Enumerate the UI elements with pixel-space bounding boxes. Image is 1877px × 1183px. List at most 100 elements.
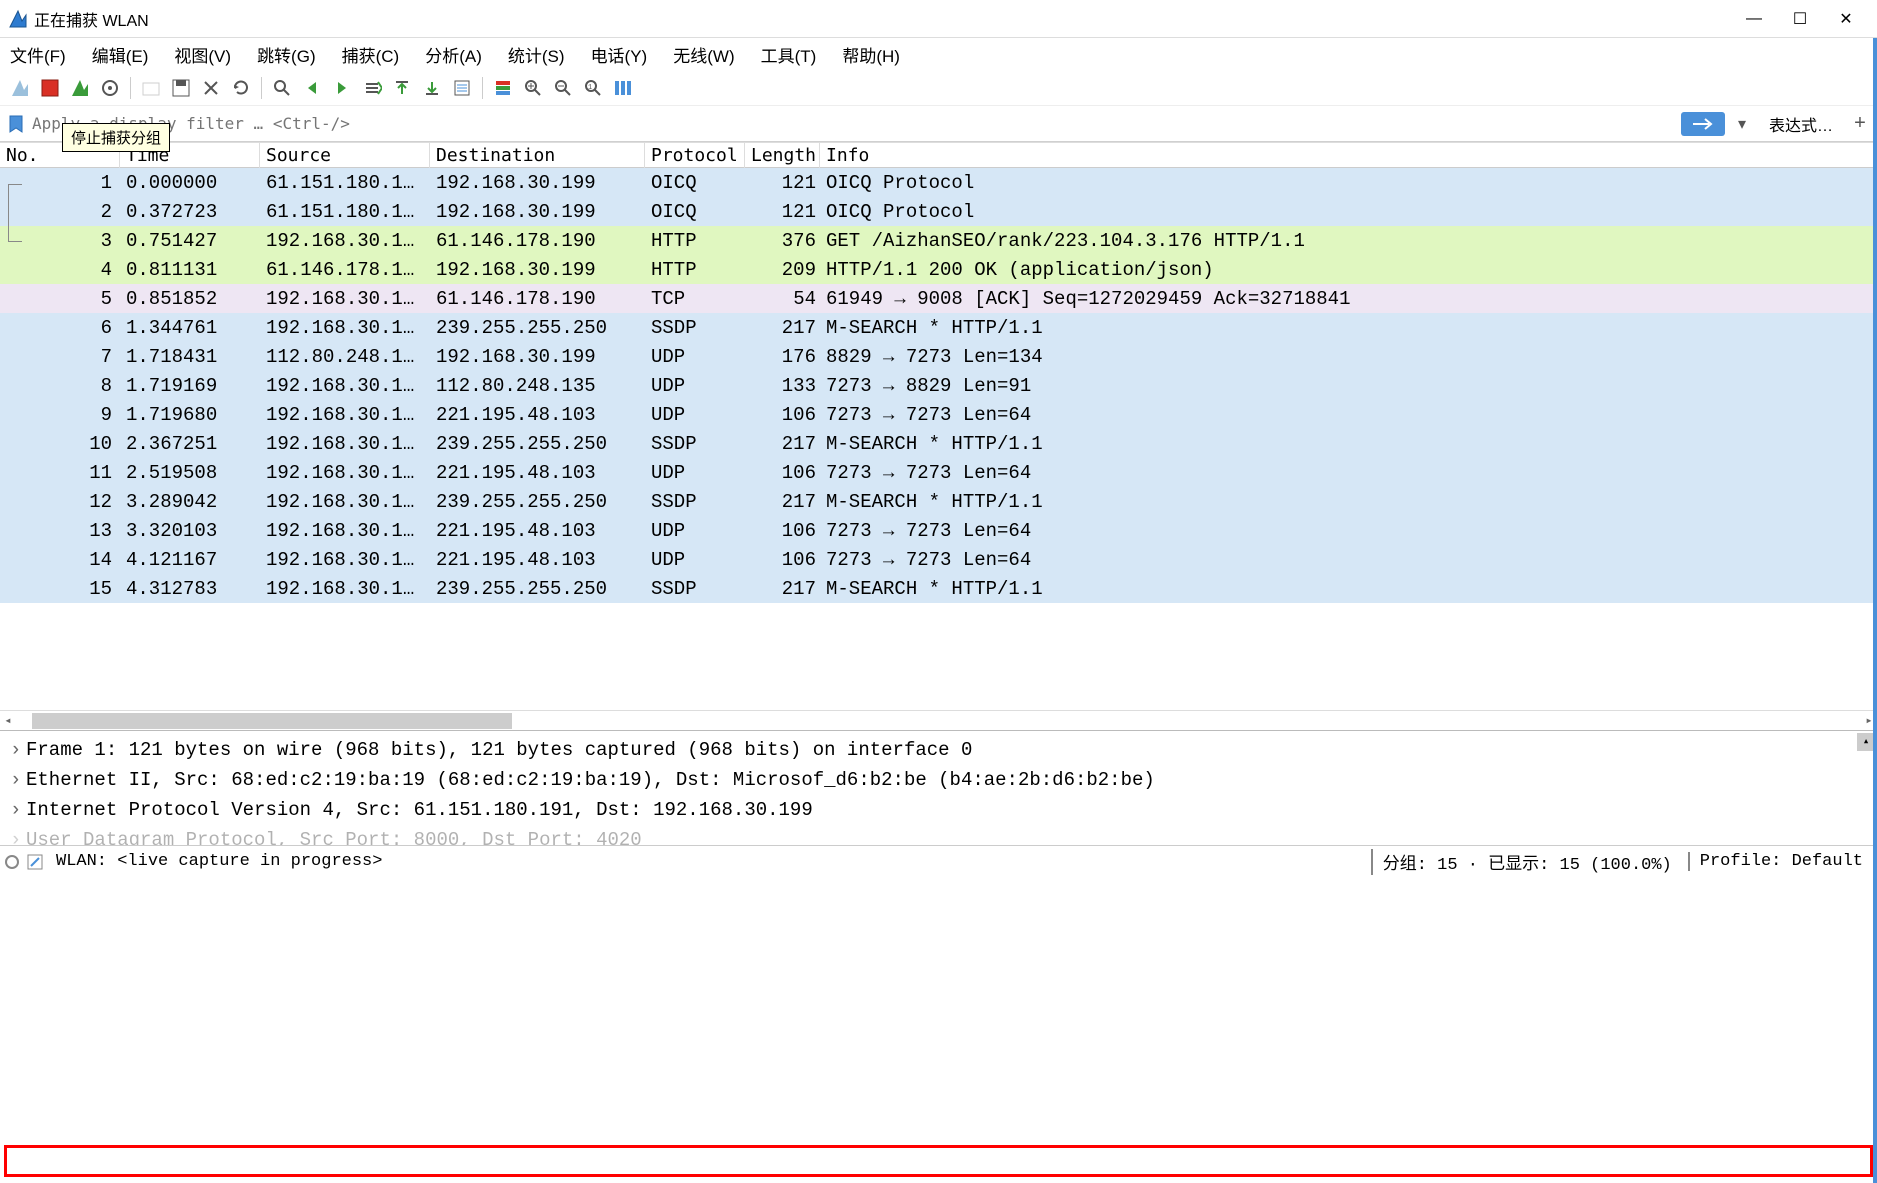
packet-row[interactable]: 91.719680192.168.30.1…221.195.48.103UDP1… bbox=[0, 400, 1877, 429]
cell-no: 5 bbox=[0, 286, 120, 312]
packet-details-pane[interactable]: ▴ ›Frame 1: 121 bytes on wire (968 bits)… bbox=[0, 730, 1877, 845]
reload-button[interactable] bbox=[227, 74, 255, 102]
menu-analyze[interactable]: 分析(A) bbox=[419, 40, 488, 69]
status-bar: WLAN: <live capture in progress> 分组: 15 … bbox=[0, 845, 1877, 877]
display-filter-input[interactable] bbox=[32, 114, 1675, 133]
menu-edit[interactable]: 编辑(E) bbox=[86, 40, 155, 69]
expand-icon[interactable]: › bbox=[10, 765, 26, 795]
resize-columns-button[interactable] bbox=[609, 74, 637, 102]
menu-file[interactable]: 文件(F) bbox=[4, 40, 72, 69]
menu-wireless[interactable]: 无线(W) bbox=[667, 40, 740, 69]
packet-row[interactable]: 71.718431112.80.248.1…192.168.30.199UDP1… bbox=[0, 342, 1877, 371]
scroll-thumb[interactable] bbox=[32, 713, 512, 729]
packet-row[interactable]: 61.344761192.168.30.1…239.255.255.250SSD… bbox=[0, 313, 1877, 342]
right-edge-strip bbox=[1873, 38, 1877, 1183]
zoom-reset-button[interactable]: 1 bbox=[579, 74, 607, 102]
packet-row[interactable]: 144.121167192.168.30.1…221.195.48.103UDP… bbox=[0, 545, 1877, 574]
column-info[interactable]: Info bbox=[820, 143, 1877, 168]
cell-no: 4 bbox=[0, 257, 120, 283]
cell-length: 106 bbox=[745, 460, 820, 486]
minimize-button[interactable]: — bbox=[1731, 3, 1777, 35]
cell-length: 217 bbox=[745, 489, 820, 515]
cell-info: 7273 → 7273 Len=64 bbox=[820, 460, 1877, 486]
go-first-button[interactable] bbox=[388, 74, 416, 102]
packet-row[interactable]: 123.289042192.168.30.1…239.255.255.250SS… bbox=[0, 487, 1877, 516]
scroll-left-icon[interactable]: ◂ bbox=[0, 713, 16, 728]
close-button[interactable]: ✕ bbox=[1823, 3, 1869, 35]
packet-row[interactable]: 10.00000061.151.180.1…192.168.30.199OICQ… bbox=[0, 168, 1877, 197]
expand-icon[interactable]: › bbox=[10, 795, 26, 825]
separator bbox=[261, 77, 262, 99]
maximize-button[interactable]: ☐ bbox=[1777, 3, 1823, 35]
status-packet-count: 分组: 15 · 已显示: 15 (100.0%) bbox=[1371, 849, 1682, 875]
cell-protocol: HTTP bbox=[645, 228, 745, 254]
add-filter-button[interactable]: + bbox=[1849, 112, 1871, 135]
cell-protocol: UDP bbox=[645, 547, 745, 573]
packet-row[interactable]: 50.851852192.168.30.1…61.146.178.190TCP5… bbox=[0, 284, 1877, 313]
close-file-button[interactable] bbox=[197, 74, 225, 102]
go-back-button[interactable] bbox=[298, 74, 326, 102]
menu-capture[interactable]: 捕获(C) bbox=[336, 40, 406, 69]
column-destination[interactable]: Destination bbox=[430, 143, 645, 168]
menu-telephony[interactable]: 电话(Y) bbox=[585, 40, 654, 69]
cell-time: 1.344761 bbox=[120, 315, 260, 341]
find-button[interactable] bbox=[268, 74, 296, 102]
menu-go[interactable]: 跳转(G) bbox=[251, 40, 322, 69]
bookmark-icon[interactable] bbox=[6, 114, 26, 134]
menu-tools[interactable]: 工具(T) bbox=[755, 40, 823, 69]
packet-list[interactable]: 10.00000061.151.180.1…192.168.30.199OICQ… bbox=[0, 168, 1877, 710]
separator bbox=[482, 77, 483, 99]
packet-row[interactable]: 81.719169192.168.30.1…112.80.248.135UDP1… bbox=[0, 371, 1877, 400]
filter-dropdown-icon[interactable]: ▾ bbox=[1731, 114, 1753, 134]
menu-view[interactable]: 视图(V) bbox=[168, 40, 237, 69]
cell-source: 192.168.30.1… bbox=[260, 402, 430, 428]
go-last-button[interactable] bbox=[418, 74, 446, 102]
go-to-packet-button[interactable] bbox=[358, 74, 386, 102]
cell-source: 192.168.30.1… bbox=[260, 315, 430, 341]
auto-scroll-button[interactable] bbox=[448, 74, 476, 102]
selection-bracket-icon bbox=[8, 184, 22, 242]
cell-protocol: HTTP bbox=[645, 257, 745, 283]
expression-button[interactable]: 表达式… bbox=[1759, 112, 1843, 136]
zoom-out-button[interactable] bbox=[549, 74, 577, 102]
column-source[interactable]: Source bbox=[260, 143, 430, 168]
open-file-button[interactable] bbox=[137, 74, 165, 102]
colorize-button[interactable] bbox=[489, 74, 517, 102]
menu-stats[interactable]: 统计(S) bbox=[502, 40, 571, 69]
expand-icon[interactable]: › bbox=[10, 825, 26, 845]
cell-protocol: UDP bbox=[645, 460, 745, 486]
save-file-button[interactable] bbox=[167, 74, 195, 102]
cell-source: 192.168.30.1… bbox=[260, 518, 430, 544]
packet-row[interactable]: 112.519508192.168.30.1…221.195.48.103UDP… bbox=[0, 458, 1877, 487]
cell-protocol: SSDP bbox=[645, 576, 745, 602]
cell-no: 13 bbox=[0, 518, 120, 544]
column-protocol[interactable]: Protocol bbox=[645, 143, 745, 168]
expert-info-icon[interactable] bbox=[26, 853, 44, 871]
cell-destination: 192.168.30.199 bbox=[430, 344, 645, 370]
status-profile[interactable]: Profile: Default bbox=[1688, 852, 1873, 871]
packet-row[interactable]: 102.367251192.168.30.1…239.255.255.250SS… bbox=[0, 429, 1877, 458]
horizontal-scrollbar[interactable]: ◂ ▸ bbox=[0, 710, 1877, 730]
packet-row[interactable]: 40.81113161.146.178.1…192.168.30.199HTTP… bbox=[0, 255, 1877, 284]
packet-row[interactable]: 154.312783192.168.30.1…239.255.255.250SS… bbox=[0, 574, 1877, 603]
restart-capture-button[interactable] bbox=[66, 74, 94, 102]
zoom-in-button[interactable] bbox=[519, 74, 547, 102]
packet-row[interactable]: 20.37272361.151.180.1…192.168.30.199OICQ… bbox=[0, 197, 1877, 226]
packet-row[interactable]: 133.320103192.168.30.1…221.195.48.103UDP… bbox=[0, 516, 1877, 545]
apply-filter-button[interactable] bbox=[1681, 112, 1725, 136]
highlight-annotation bbox=[4, 1145, 1873, 1177]
cell-info: 7273 → 7273 Len=64 bbox=[820, 547, 1877, 573]
start-capture-button[interactable] bbox=[6, 74, 34, 102]
cell-length: 133 bbox=[745, 373, 820, 399]
stop-capture-button[interactable] bbox=[36, 74, 64, 102]
packet-row[interactable]: 30.751427192.168.30.1…61.146.178.190HTTP… bbox=[0, 226, 1877, 255]
toolbar: 1 bbox=[0, 70, 1877, 106]
menu-help[interactable]: 帮助(H) bbox=[836, 40, 906, 69]
go-forward-button[interactable] bbox=[328, 74, 356, 102]
cell-no: 14 bbox=[0, 547, 120, 573]
expand-icon[interactable]: › bbox=[10, 735, 26, 765]
column-length[interactable]: Length bbox=[745, 143, 820, 168]
cell-length: 217 bbox=[745, 576, 820, 602]
capture-options-button[interactable] bbox=[96, 74, 124, 102]
cell-protocol: UDP bbox=[645, 402, 745, 428]
